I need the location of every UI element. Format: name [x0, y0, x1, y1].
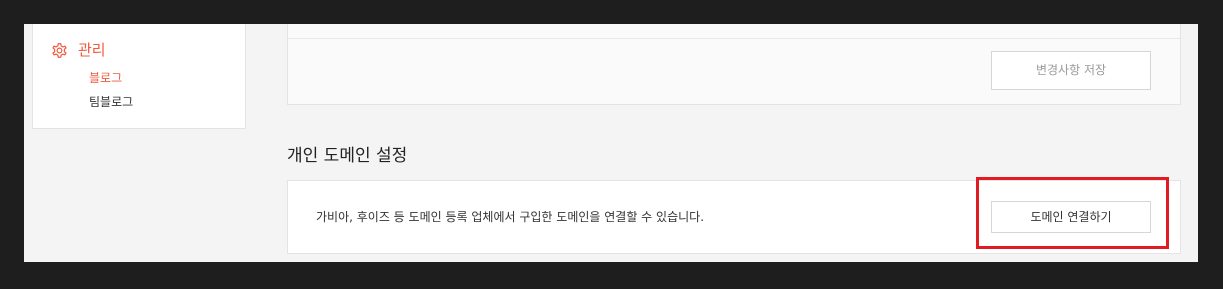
connect-domain-button[interactable]: 도메인 연결하기: [991, 201, 1151, 233]
sidebar-section-manage[interactable]: 관리: [50, 41, 106, 60]
domain-panel: 가비아, 후이즈 등 도메인 등록 업체에서 구입한 도메인을 연결할 수 있습…: [287, 180, 1181, 254]
sidebar-section-label: 관리: [78, 41, 106, 59]
sidebar-item-blog[interactable]: 블로그: [89, 70, 122, 86]
divider: [288, 38, 1180, 39]
settings-panel-top: 변경사항 저장: [287, 24, 1181, 105]
save-changes-button[interactable]: 변경사항 저장: [991, 51, 1151, 90]
domain-section-title: 개인 도메인 설정: [287, 146, 408, 166]
domain-description: 가비아, 후이즈 등 도메인 등록 업체에서 구입한 도메인을 연결할 수 있습…: [316, 210, 705, 224]
gear-icon: [50, 41, 69, 60]
sidebar: 관리 블로그 팀블로그: [32, 24, 246, 129]
sidebar-item-teamblog[interactable]: 팀블로그: [89, 94, 133, 110]
settings-page: 관리 블로그 팀블로그 변경사항 저장 개인 도메인 설정 가비아, 후이즈 등…: [24, 24, 1198, 262]
